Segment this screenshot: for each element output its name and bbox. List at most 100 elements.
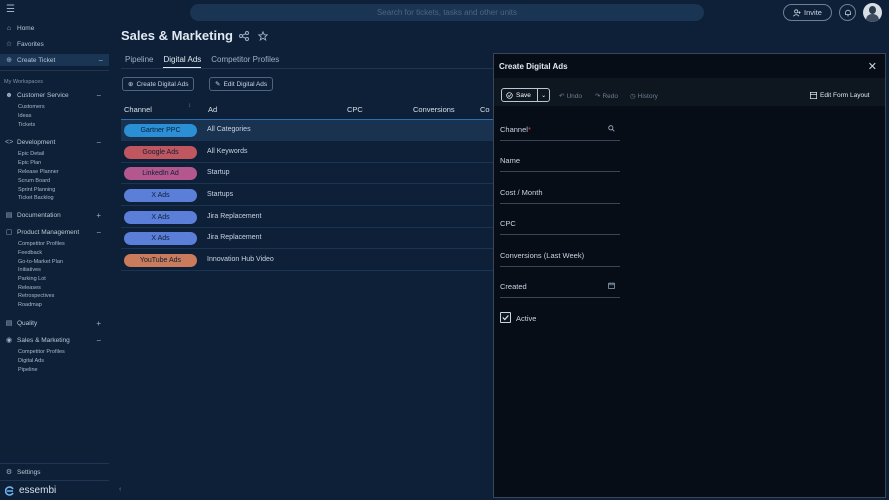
column-header-conversions[interactable]: Conversions	[413, 105, 455, 114]
table-row[interactable]: Gartner PPC All Categories	[121, 120, 501, 141]
sidebar-subitem[interactable]: Competitor Profiles	[18, 241, 65, 247]
sidebar-subitem[interactable]: Ideas	[18, 113, 31, 119]
search-input[interactable]: Search for tickets, tasks and other unit…	[190, 4, 704, 21]
sidebar-subitem[interactable]: Initiatives	[18, 267, 41, 273]
cost-month-field[interactable]: Cost / Month	[500, 180, 620, 204]
sidebar-subitem[interactable]: Epic Detail	[18, 151, 44, 157]
tab-competitor-profiles[interactable]: Competitor Profiles	[211, 55, 279, 68]
sidebar-item-documentation[interactable]: ▤ Documentation +	[5, 209, 107, 221]
sidebar-subitem[interactable]: Scrum Board	[18, 178, 50, 184]
menu-icon[interactable]: ☰	[6, 5, 16, 15]
collapse-icon[interactable]: −	[96, 91, 101, 100]
avatar[interactable]	[863, 3, 882, 22]
name-field[interactable]: Name	[500, 148, 620, 172]
channel-chip: X Ads	[124, 232, 197, 245]
created-field[interactable]: Created	[500, 274, 620, 298]
sidebar-subitem[interactable]: Customers	[18, 104, 45, 110]
table-row[interactable]: X Ads Startups	[121, 185, 501, 206]
sidebar-subitem[interactable]: Epic Plan	[18, 160, 41, 166]
table-row[interactable]: LinkedIn Ad Startup	[121, 163, 501, 184]
sidebar-item-customer-service[interactable]: ☻ Customer Service −	[5, 89, 107, 101]
create-digital-ads-button[interactable]: ⊕ Create Digital Ads	[122, 77, 195, 91]
sidebar-subitem[interactable]: Roadmap	[18, 302, 42, 308]
expand-icon[interactable]: +	[96, 319, 101, 328]
sidebar-subitem[interactable]: Competitor Profiles	[18, 349, 65, 355]
tab-divider	[121, 68, 501, 69]
gear-icon: ⚙	[5, 469, 13, 476]
table-row[interactable]: X Ads Jira Replacement	[121, 207, 501, 228]
edit-form-layout-label: Edit Form Layout	[820, 92, 870, 99]
sort-icon[interactable]: ↕	[188, 103, 191, 109]
sidebar-subitem[interactable]: Release Planner	[18, 169, 59, 175]
column-header-cpc[interactable]: CPC	[347, 105, 363, 114]
sidebar-subitem[interactable]: Retrospectives	[18, 293, 54, 299]
sidebar-item-development[interactable]: <> Development −	[5, 136, 107, 148]
notifications-button[interactable]	[839, 4, 856, 21]
ad-cell: Jira Replacement	[207, 213, 262, 220]
column-header-channel[interactable]: Channel	[124, 105, 152, 114]
column-header-ad[interactable]: Ad	[208, 105, 217, 114]
collapse-icon[interactable]: −	[96, 336, 101, 345]
expand-icon[interactable]: +	[96, 211, 101, 220]
sidebar-subitem[interactable]: Feedback	[18, 250, 42, 256]
collapse-icon[interactable]: −	[96, 138, 101, 147]
created-label: Created	[500, 282, 527, 291]
sidebar-subitem[interactable]: Go-to-Market Plan	[18, 259, 63, 265]
sidebar-subitem[interactable]: Releases	[18, 285, 41, 291]
chevron-down-icon[interactable]: ⌄	[538, 92, 549, 99]
sidebar-item-settings[interactable]: ⚙ Settings	[5, 466, 107, 478]
sidebar-subitem[interactable]: Tickets	[18, 122, 35, 128]
collapse-sidebar-icon[interactable]: ‹	[119, 486, 121, 493]
share-icon[interactable]	[239, 31, 249, 41]
undo-icon: ↶	[559, 93, 565, 100]
panel-title: Create Digital Ads	[499, 62, 568, 71]
channel-chip: LinkedIn Ad	[124, 167, 197, 180]
channel-field[interactable]: Channel*	[500, 117, 620, 141]
conversions-field[interactable]: Conversions (Last Week)	[500, 243, 620, 267]
channel-chip: X Ads	[124, 211, 197, 224]
search-icon[interactable]	[608, 125, 615, 134]
active-checkbox[interactable]	[500, 312, 511, 323]
table-row[interactable]: X Ads Jira Replacement	[121, 228, 501, 249]
cpc-field[interactable]: CPC	[500, 211, 620, 235]
save-label: Save	[516, 91, 531, 99]
redo-button[interactable]: ↷ Redo	[595, 92, 618, 101]
sidebar-item-label: Sales & Marketing	[17, 336, 70, 344]
favorite-star-icon[interactable]	[258, 31, 268, 41]
table-row[interactable]: Google Ads All Keywords	[121, 142, 501, 163]
edit-digital-ads-button[interactable]: ✎ Edit Digital Ads	[209, 77, 274, 91]
sidebar-subitem[interactable]: Digital Ads	[18, 358, 44, 364]
sidebar-item-product-management[interactable]: ▢ Product Management −	[5, 226, 107, 238]
ad-cell: Startup	[207, 169, 230, 176]
quality-icon: ▤	[5, 320, 13, 327]
collapse-icon[interactable]: −	[98, 56, 103, 65]
tab-digital-ads[interactable]: Digital Ads	[163, 55, 202, 68]
sidebar-item-sales-marketing[interactable]: ◉ Sales & Marketing −	[5, 334, 107, 346]
sidebar-item-favorites[interactable]: ☆ Favorites	[5, 38, 107, 50]
invite-label: Invite	[804, 8, 822, 17]
edit-form-layout-button[interactable]: Edit Form Layout	[810, 92, 870, 99]
calendar-icon[interactable]	[608, 282, 615, 291]
column-header-cost[interactable]: Co	[480, 105, 490, 114]
sidebar-item-quality[interactable]: ▤ Quality +	[5, 317, 107, 329]
sidebar-item-create-ticket[interactable]: ⊕ Create Ticket −	[0, 54, 109, 66]
redo-icon: ↷	[595, 93, 601, 100]
invite-button[interactable]: Invite	[783, 4, 832, 21]
sidebar-subitem[interactable]: Sprint Planning	[18, 187, 55, 193]
sidebar-item-label: Create Ticket	[17, 56, 56, 64]
sidebar-subitem[interactable]: Pipeline	[18, 367, 38, 373]
collapse-icon[interactable]: −	[96, 228, 101, 237]
save-button[interactable]: Save ⌄	[501, 88, 550, 102]
layout-icon	[810, 92, 817, 99]
history-button[interactable]: ◷ History	[630, 92, 658, 101]
sidebar-item-label: Settings	[17, 468, 41, 476]
conversions-label: Conversions (Last Week)	[500, 251, 585, 260]
sidebar-item-home[interactable]: ⌂ Home	[5, 22, 107, 34]
table-row[interactable]: YouTube Ads Innovation Hub Video	[121, 250, 501, 271]
undo-button[interactable]: ↶ Undo	[559, 92, 582, 101]
redo-label: Redo	[602, 92, 618, 100]
sidebar-subitem[interactable]: Parking Lot	[18, 276, 46, 282]
close-icon[interactable]: ✕	[868, 60, 877, 73]
sidebar-subitem[interactable]: Ticket Backlog	[18, 195, 54, 201]
tab-pipeline[interactable]: Pipeline	[125, 55, 153, 68]
